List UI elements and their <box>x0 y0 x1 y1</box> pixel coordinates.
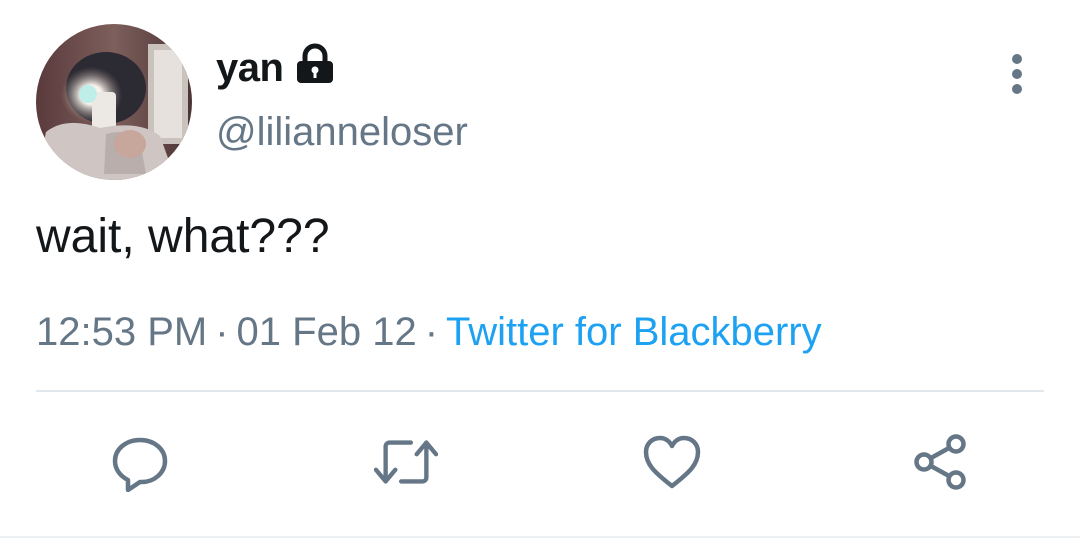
tweet-source-link[interactable]: Twitter for Blackberry <box>446 310 822 354</box>
avatar[interactable] <box>36 24 192 180</box>
reply-button[interactable] <box>108 430 172 494</box>
more-dot <box>1012 84 1022 94</box>
display-name-row: yan <box>216 40 337 96</box>
more-dot <box>1012 69 1022 79</box>
meta-separator: · <box>424 310 439 354</box>
bottom-divider <box>0 536 1080 538</box>
tweet-card: yan @lilianneloser wait, what??? 12:53 P… <box>0 0 1080 555</box>
tweet-text: wait, what??? <box>36 210 330 263</box>
retweet-button[interactable] <box>374 430 438 494</box>
meta-separator: · <box>215 310 229 354</box>
tweet-time[interactable]: 12:53 PM <box>36 310 207 354</box>
display-name[interactable]: yan <box>216 48 284 88</box>
retweet-icon <box>374 440 438 484</box>
more-options-button[interactable] <box>996 52 1038 96</box>
heart-icon <box>643 435 701 489</box>
reply-icon <box>112 437 168 492</box>
avatar-photo <box>36 24 192 180</box>
tweet-date[interactable]: 01 Feb 12 <box>237 310 417 354</box>
more-vertical-icon <box>1012 54 1022 64</box>
share-icon <box>914 434 966 490</box>
lock-icon <box>293 42 337 86</box>
user-handle[interactable]: @lilianneloser <box>216 108 468 156</box>
share-button[interactable] <box>908 430 972 494</box>
like-button[interactable] <box>640 430 704 494</box>
tweet-meta: 12:53 PM · 01 Feb 12 · Twitter for Blackberr… <box>36 308 822 356</box>
divider <box>36 390 1044 392</box>
